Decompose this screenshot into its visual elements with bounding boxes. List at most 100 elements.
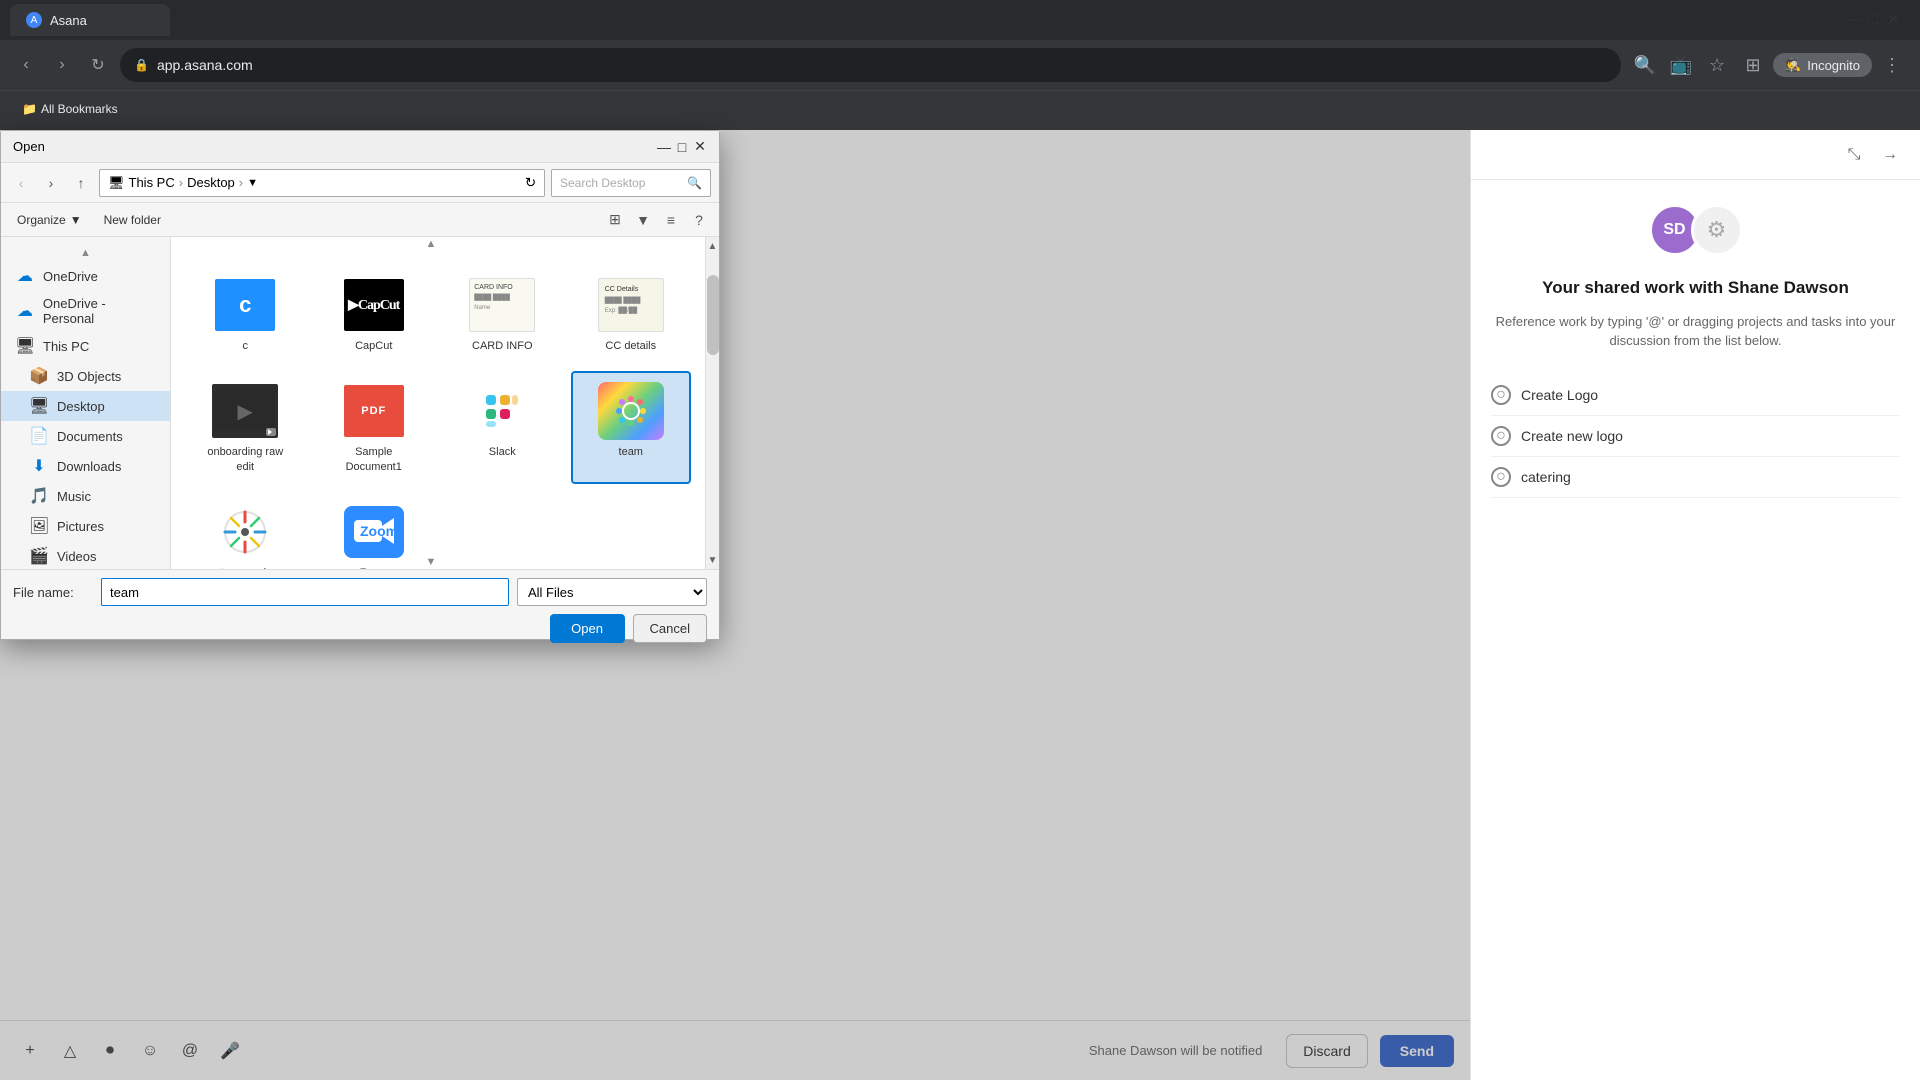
window-minimize[interactable]: —	[1846, 13, 1860, 27]
close-panel-icon[interactable]: →	[1876, 141, 1904, 169]
organize-button[interactable]: Organize ▼	[9, 209, 90, 231]
file-item-cc[interactable]: CC Details████ ████Exp: ██/██ CC details	[571, 265, 692, 363]
file-name-cardinfo: CARD INFO	[472, 339, 533, 353]
onedrive-personal-icon: ☁	[15, 301, 35, 321]
avatar-gear: ⚙	[1691, 204, 1743, 256]
breadcrumb-dropdown[interactable]: ▼	[247, 177, 258, 189]
file-name-team: team	[619, 445, 643, 459]
dialog-minimize[interactable]: —	[657, 140, 671, 154]
file-item-capcut[interactable]: ▶CapCut CapCut	[314, 265, 435, 363]
forward-button[interactable]: ›	[48, 51, 76, 79]
file-thumb-onboarding: ▶	[210, 381, 280, 441]
breadcrumb[interactable]: 🖥 This PC › Desktop › ▼ ↻	[99, 169, 545, 197]
dialog-back[interactable]: ‹	[9, 171, 33, 195]
right-panel: ⤡ → SD ⚙ Your shared work with Shane Daw…	[1470, 130, 1920, 1080]
documents-icon: 📄	[29, 426, 49, 446]
file-name-slack: Slack	[489, 445, 516, 459]
bookmark-icon[interactable]: ☆	[1701, 49, 1733, 81]
slack-icon	[472, 385, 532, 437]
filetype-select[interactable]: All Files	[517, 578, 707, 606]
breadcrumb-sep2: ›	[239, 175, 243, 190]
scrollbar-thumb[interactable]	[707, 275, 719, 355]
sidebar-item-3d[interactable]: 📦 3D Objects	[1, 361, 170, 391]
open-button[interactable]: Open	[550, 614, 625, 643]
file-name-pdf: Sample Document1	[334, 445, 414, 474]
dialog-up[interactable]: ↑	[69, 171, 93, 195]
bookmarks-label: All Bookmarks	[41, 102, 118, 116]
filename-input[interactable]	[101, 578, 509, 606]
task-check-2[interactable]: ○	[1491, 426, 1511, 446]
sidebar-label-onedrive-personal: OneDrive - Personal	[43, 296, 160, 326]
pdf-icon: PDF	[344, 385, 404, 437]
sidebar-item-pictures[interactable]: 🖼 Pictures	[1, 511, 170, 541]
cc-icon: CC Details████ ████Exp: ██/██	[598, 278, 664, 332]
task-check-1[interactable]: ○	[1491, 385, 1511, 405]
address-bar[interactable]: 🔒 app.asana.com	[120, 48, 1621, 82]
task-check-3[interactable]: ○	[1491, 467, 1511, 487]
view-icon-btn[interactable]: ⊞	[603, 208, 627, 232]
search-box[interactable]: Search Desktop 🔍	[551, 169, 711, 197]
sidebar-item-thispc[interactable]: 🖥 This PC	[1, 331, 170, 361]
file-name-onboarding: onboarding raw edit	[205, 445, 285, 474]
sidebar-item-videos[interactable]: 🎬 Videos	[1, 541, 170, 569]
file-thumb-cc: CC Details████ ████Exp: ██/██	[596, 275, 666, 335]
dialog-close[interactable]: ✕	[693, 140, 707, 154]
file-item-team[interactable]: team	[571, 371, 692, 484]
file-name-cc: CC details	[605, 339, 656, 353]
sidebar-item-music[interactable]: 🎵 Music	[1, 481, 170, 511]
sidebar-item-downloads[interactable]: ⬇ Downloads	[1, 451, 170, 481]
incognito-button[interactable]: 🕵 Incognito	[1773, 53, 1872, 77]
scrollbar-up[interactable]: ▲	[707, 237, 719, 255]
incognito-label: Incognito	[1807, 58, 1860, 73]
breadcrumb-home-icon: 🖥	[108, 175, 125, 191]
help-btn[interactable]: ?	[687, 208, 711, 232]
view-dropdown-btn[interactable]: ▼	[631, 208, 655, 232]
task-item-1[interactable]: ○ Create Logo	[1491, 375, 1900, 416]
file-thumb-c: c	[210, 275, 280, 335]
file-item-onboarding[interactable]: ▶ onboarding raw edit	[185, 371, 306, 484]
sidebar-label-documents: Documents	[57, 429, 123, 444]
files-scroll-down[interactable]: ▼	[171, 555, 691, 569]
sidebar-item-onedrive[interactable]: ☁ OneDrive	[1, 261, 170, 291]
thispc-icon: 🖥	[15, 336, 35, 356]
refresh-btn[interactable]: ↻	[525, 175, 536, 191]
cancel-button[interactable]: Cancel	[633, 614, 707, 643]
window-maximize[interactable]: □	[1866, 13, 1880, 27]
task-item-3[interactable]: ○ catering	[1491, 457, 1900, 498]
details-pane-btn[interactable]: ≡	[659, 208, 683, 232]
search-icon[interactable]: 🔍	[1629, 49, 1661, 81]
back-button[interactable]: ‹	[12, 51, 40, 79]
file-thumb-zoom: Zoom	[339, 502, 409, 562]
breadcrumb-home: This PC	[129, 175, 175, 190]
dialog-maximize[interactable]: □	[675, 140, 689, 154]
sidebar-item-desktop[interactable]: 🖥 Desktop	[1, 391, 170, 421]
file-item-cardinfo[interactable]: CARD INFO████ ████Name CARD INFO	[442, 265, 563, 363]
file-item-slack[interactable]: Slack	[442, 371, 563, 484]
menu-icon[interactable]: ⋮	[1876, 49, 1908, 81]
desktop-icon: 🖥	[29, 396, 49, 416]
split-icon[interactable]: ⊞	[1737, 49, 1769, 81]
files-scroll-up[interactable]: ▲	[171, 237, 691, 251]
dialog-title: Open	[13, 139, 45, 154]
bookmarks-folder[interactable]: 📁 All Bookmarks	[14, 98, 126, 120]
filename-row: File name: All Files	[13, 578, 707, 606]
sidebar-scroll-up[interactable]: ▲	[1, 245, 170, 261]
filename-label: File name:	[13, 585, 93, 600]
browser-tab[interactable]: A Asana	[10, 4, 170, 36]
cast-icon[interactable]: 📺	[1665, 49, 1697, 81]
reload-button[interactable]: ↻	[84, 51, 112, 79]
dialog-scrollbar[interactable]: ▲ ▼	[705, 237, 719, 569]
minimize-panel-icon[interactable]: ⤡	[1840, 141, 1868, 169]
task-item-2[interactable]: ○ Create new logo	[1491, 416, 1900, 457]
sidebar-item-onedrive-personal[interactable]: ☁ OneDrive - Personal	[1, 291, 170, 331]
new-folder-button[interactable]: New folder	[96, 209, 169, 231]
file-item-c[interactable]: c c	[185, 265, 306, 363]
task-label-3: catering	[1521, 469, 1571, 485]
file-name-c: c	[243, 339, 249, 353]
file-thumb-cardinfo: CARD INFO████ ████Name	[467, 275, 537, 335]
scrollbar-down[interactable]: ▼	[707, 551, 719, 569]
file-item-pdf[interactable]: PDF Sample Document1	[314, 371, 435, 484]
sidebar-item-documents[interactable]: 📄 Documents	[1, 421, 170, 451]
dialog-forward[interactable]: ›	[39, 171, 63, 195]
window-close[interactable]: ✕	[1886, 13, 1900, 27]
